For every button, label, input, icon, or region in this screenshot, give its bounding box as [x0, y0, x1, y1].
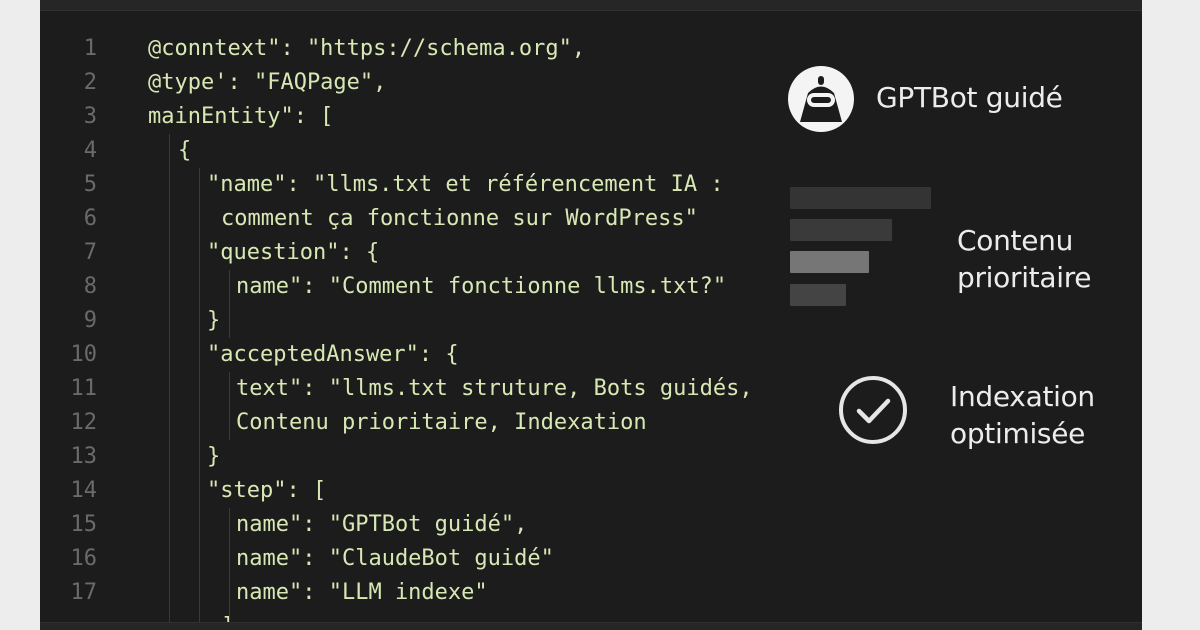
code-text: {: [178, 138, 192, 163]
bot-label: GPTBot guidé: [876, 81, 1063, 114]
indent-guide: [199, 168, 200, 630]
code-text: @type': "FAQPage",: [148, 70, 387, 95]
code-text: Contenu prioritaire, Indexation: [236, 410, 647, 435]
code-text: }: [207, 444, 221, 469]
line-number: 5: [83, 172, 97, 197]
priority-feature: Contenu prioritaire: [957, 222, 1092, 296]
line-number: 2: [83, 70, 97, 95]
line-number: 12: [70, 410, 98, 435]
code-text: name": "GPTBot guidé",: [236, 512, 528, 537]
indent-guide: [169, 134, 170, 630]
line-number: 15: [70, 512, 98, 537]
line-number: 11: [70, 376, 98, 401]
priority-label-line2: prioritaire: [957, 261, 1092, 294]
code-text: "acceptedAnswer": {: [207, 342, 459, 367]
line-number: 13: [70, 444, 98, 469]
line-number: 9: [83, 308, 97, 333]
code-text: "name": "llms.txt et référencement IA :: [207, 172, 724, 197]
line-number: 1: [83, 36, 97, 61]
code-text: mainEntity": [: [148, 104, 334, 129]
code-text: }: [207, 308, 221, 333]
line-number: 10: [70, 342, 98, 367]
indent-guide: [229, 372, 230, 440]
line-number: 16: [70, 546, 98, 571]
code-text: text": "llms.txt struture, Bots guidés,: [236, 376, 753, 401]
check-circle-icon: [839, 376, 907, 444]
indexation-label-line1: Indexation: [950, 380, 1095, 413]
code-text: name": "ClaudeBot guidé": [236, 546, 554, 571]
code-text: "step": [: [207, 478, 327, 503]
line-number: 4: [83, 138, 97, 163]
indexation-label-line2: optimisée: [950, 417, 1086, 450]
line-number: 3: [83, 104, 97, 129]
code-text: name": "Comment fonctionne llms.txt?": [236, 274, 727, 299]
robot-icon: [788, 66, 854, 132]
priority-label-line1: Contenu: [957, 224, 1074, 257]
editor-top-bar: [40, 0, 1142, 11]
indent-guide: [229, 508, 230, 630]
code-text: "question": {: [207, 240, 380, 265]
line-number: 6: [83, 206, 97, 231]
code-text: @conntext": "https://schema.org",: [148, 36, 586, 61]
line-number: 17: [70, 580, 98, 605]
line-number: 14: [70, 478, 98, 503]
line-number: 8: [83, 274, 97, 299]
line-number: 7: [83, 240, 97, 265]
editor-bottom-bar: [40, 622, 1142, 630]
indent-guide: [229, 270, 230, 338]
code-text: comment ça fonctionne sur WordPress": [221, 206, 698, 231]
code-text: name": "LLM indexe": [236, 580, 488, 605]
